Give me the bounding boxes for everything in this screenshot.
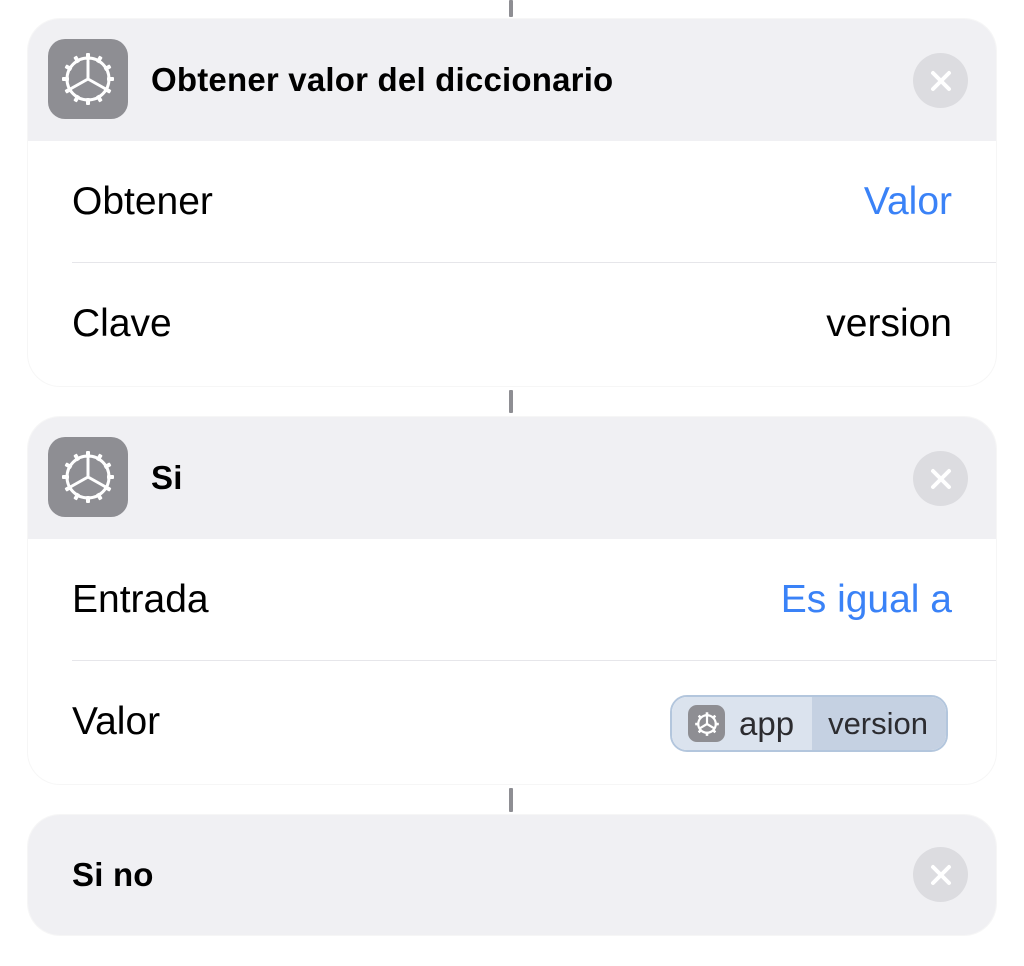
action-title: Obtener valor del diccionario [151, 61, 614, 98]
param-row-clave: Clave version [28, 263, 996, 385]
param-row-obtener: Obtener Valor [28, 141, 996, 263]
remove-action-button[interactable] [913, 451, 968, 506]
action-title: Si no [72, 856, 154, 893]
variable-key-label: version [812, 697, 946, 750]
param-label: Valor [72, 700, 161, 743]
variable-source: app [672, 697, 813, 750]
gear-icon [48, 39, 128, 119]
param-label: Obtener [72, 180, 213, 223]
close-icon [930, 864, 951, 885]
condition-selector[interactable]: Es igual a [781, 539, 952, 661]
action-header: Si [28, 417, 996, 539]
gear-icon [48, 437, 128, 517]
action-header: Si no [28, 815, 996, 935]
param-row-entrada: Entrada Es igual a [28, 539, 996, 661]
close-icon [930, 70, 951, 91]
action-card-otherwise[interactable]: Si no [28, 815, 996, 935]
variable-token[interactable]: app version [670, 695, 948, 752]
flow-connector-top [509, 0, 513, 17]
flow-connector [509, 390, 513, 413]
flow-connector [509, 788, 513, 812]
action-card-if[interactable]: Si Entrada Es igual a Valor app version [28, 417, 996, 784]
variable-source-label: app [739, 704, 795, 742]
param-value-selector[interactable]: Valor [864, 141, 952, 263]
action-card-get-dictionary-value[interactable]: Obtener valor del diccionario Obtener Va… [28, 19, 996, 386]
param-label: Clave [72, 302, 172, 345]
param-label: Entrada [72, 578, 209, 621]
close-icon [930, 468, 951, 489]
param-text-field[interactable]: version [826, 263, 952, 385]
remove-action-button[interactable] [913, 847, 968, 902]
action-title: Si [151, 459, 183, 496]
action-header: Obtener valor del diccionario [28, 19, 996, 141]
gear-icon [688, 705, 725, 742]
param-row-valor: Valor app version [28, 661, 996, 783]
remove-action-button[interactable] [913, 53, 968, 108]
